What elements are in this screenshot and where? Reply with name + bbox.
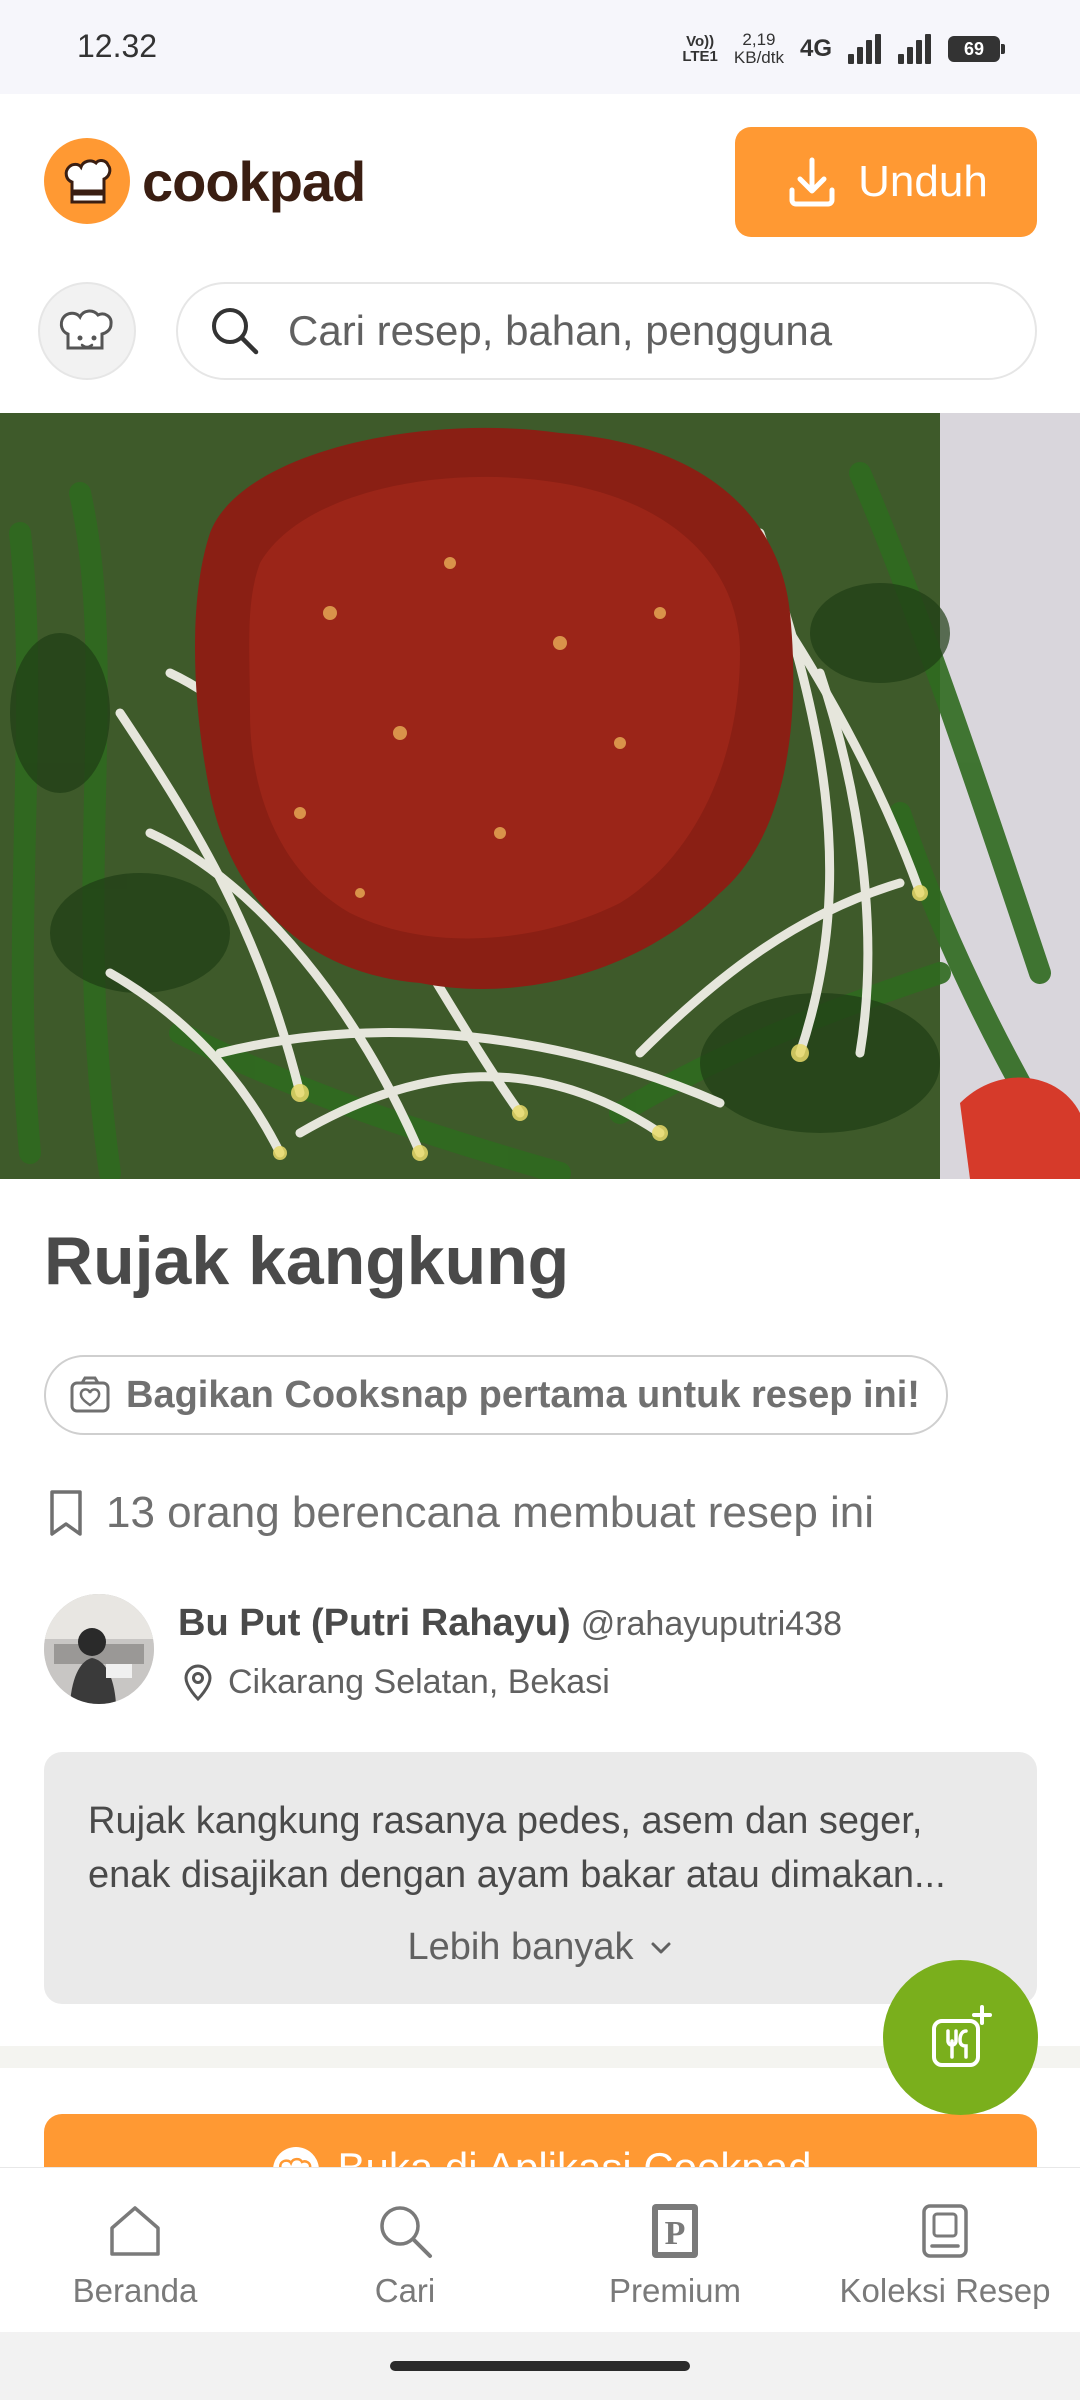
download-icon: [789, 157, 835, 207]
search-icon: [212, 308, 259, 355]
home-icon: [110, 2206, 160, 2256]
nav-label: Beranda: [72, 2272, 198, 2309]
recipe-photo: [0, 413, 1080, 1179]
signal-icon: [848, 34, 882, 64]
download-label: Unduh: [858, 157, 988, 206]
recipe-title: Rujak kangkung: [44, 1223, 570, 1299]
status-icons: Vo)) LTE1 2,19 KB/dtk 4G 69: [682, 24, 1005, 74]
search-placeholder: Cari resep, bahan, pengguna: [288, 307, 833, 354]
status-bar: 12.32 Vo)) LTE1 2,19 KB/dtk 4G 69: [0, 0, 1080, 94]
network-type: 4G: [799, 35, 832, 62]
author-handle[interactable]: @rahayuputri438: [581, 1605, 842, 1644]
nav-item-home[interactable]: Beranda: [0, 2168, 270, 2332]
cooksnap-label: Bagikan Cooksnap pertama untuk resep ini…: [126, 1373, 920, 1416]
bookmark-count: 13 orang berencana membuat resep ini: [44, 1486, 874, 1540]
home-gesture-bar[interactable]: [390, 2361, 690, 2371]
location-text: Cikarang Selatan, Bekasi: [228, 1662, 610, 1701]
download-button[interactable]: Unduh: [735, 127, 1037, 237]
author-avatar[interactable]: [44, 1594, 154, 1704]
premium-icon: P: [652, 2204, 698, 2258]
description-line: Rujak kangkung rasanya pedes, asem dan s…: [88, 1800, 923, 1842]
signal-icon: [898, 34, 932, 64]
nav-item-recipe-collection[interactable]: Koleksi Resep: [810, 2168, 1080, 2332]
nav-label: Premium: [608, 2272, 742, 2309]
recipe-collection-icon: [922, 2204, 968, 2258]
recipe-description: Rujak kangkung rasanya pedes, asem dan s…: [44, 1752, 1037, 2004]
author-location: Cikarang Selatan, Bekasi: [180, 1662, 610, 1702]
nav-label: Cari: [374, 2272, 436, 2309]
chef-hat-icon: [44, 138, 130, 224]
add-cookware-icon: [931, 2004, 992, 2067]
search-icon: [380, 2206, 432, 2258]
bookmark-icon: [50, 1490, 82, 1536]
add-recipe-fab[interactable]: [883, 1960, 1038, 2115]
volte-indicator: Vo)) LTE1: [682, 33, 718, 65]
show-more-button[interactable]: Lebih banyak: [44, 1926, 1037, 1969]
chef-face-icon: [59, 309, 113, 350]
author-name[interactable]: Bu Put (Putri Rahayu): [178, 1602, 571, 1645]
nav-label: Koleksi Resep: [839, 2272, 1051, 2309]
status-time: 12.32: [77, 28, 158, 64]
svg-text:P: P: [665, 2215, 686, 2252]
search-input[interactable]: Cari resep, bahan, pengguna: [176, 282, 1037, 380]
bottom-navigation: Beranda Cari P Premium Koleksi Resep: [0, 2167, 1080, 2332]
description-line: enak disajikan dengan ayam bakar atau di…: [88, 1854, 946, 1896]
cookpad-logo[interactable]: cookpad: [44, 138, 366, 224]
chevron-down-icon: [651, 1942, 671, 1953]
logo-text: cookpad: [142, 149, 366, 213]
plan-count-text: 13 orang berencana membuat resep ini: [106, 1488, 875, 1537]
network-speed: 2,19 KB/dtk: [733, 30, 784, 67]
profile-avatar-button[interactable]: [38, 282, 136, 380]
nav-item-search[interactable]: Cari: [270, 2168, 540, 2332]
nav-item-premium[interactable]: P Premium: [540, 2168, 810, 2332]
more-label: Lebih banyak: [407, 1926, 634, 1968]
battery-icon: 69: [948, 36, 1005, 62]
author-info: Bu Put (Putri Rahayu) @rahayuputri438: [178, 1602, 842, 1645]
location-pin-icon: [184, 1664, 212, 1702]
camera-heart-icon: [70, 1376, 110, 1413]
share-cooksnap-button[interactable]: Bagikan Cooksnap pertama untuk resep ini…: [44, 1355, 948, 1435]
